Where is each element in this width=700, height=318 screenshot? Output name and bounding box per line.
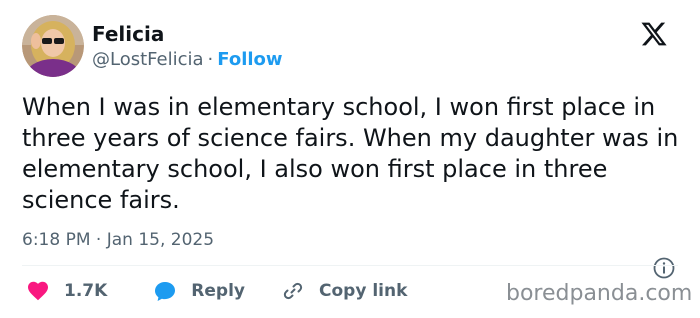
follow-button[interactable]: Follow <box>217 49 282 70</box>
author-name[interactable]: Felicia <box>92 22 164 46</box>
heart-icon <box>28 281 48 301</box>
like-button[interactable]: 1.7K <box>26 279 107 303</box>
like-count: 1.7K <box>64 281 108 301</box>
avatar[interactable] <box>22 15 84 77</box>
divider <box>22 265 678 266</box>
copy-link-label: Copy link <box>319 281 408 301</box>
separator-dot: · <box>207 49 214 70</box>
info-icon[interactable] <box>652 256 676 280</box>
author-meta: @LostFelicia · Follow <box>92 49 283 70</box>
tweet-text: When I was in elementary school, I won f… <box>22 93 679 214</box>
reply-button[interactable]: Reply <box>153 279 245 303</box>
tweet-card: Felicia @LostFelicia · Follow When I was i… <box>0 0 700 318</box>
action-bar: 1.7K Reply Copy link <box>26 277 407 305</box>
speech-bubble-icon <box>155 282 176 301</box>
tweet-timestamp[interactable]: 6:18 PM · Jan 15, 2025 <box>22 230 214 250</box>
link-icon <box>283 282 303 300</box>
reply-label: Reply <box>191 281 245 301</box>
x-logo-icon[interactable] <box>640 20 668 48</box>
author-handle[interactable]: @LostFelicia <box>92 49 204 70</box>
watermark: boredpanda.com <box>506 281 693 306</box>
copy-link-button[interactable]: Copy link <box>281 279 407 303</box>
avatar-image <box>22 15 84 77</box>
